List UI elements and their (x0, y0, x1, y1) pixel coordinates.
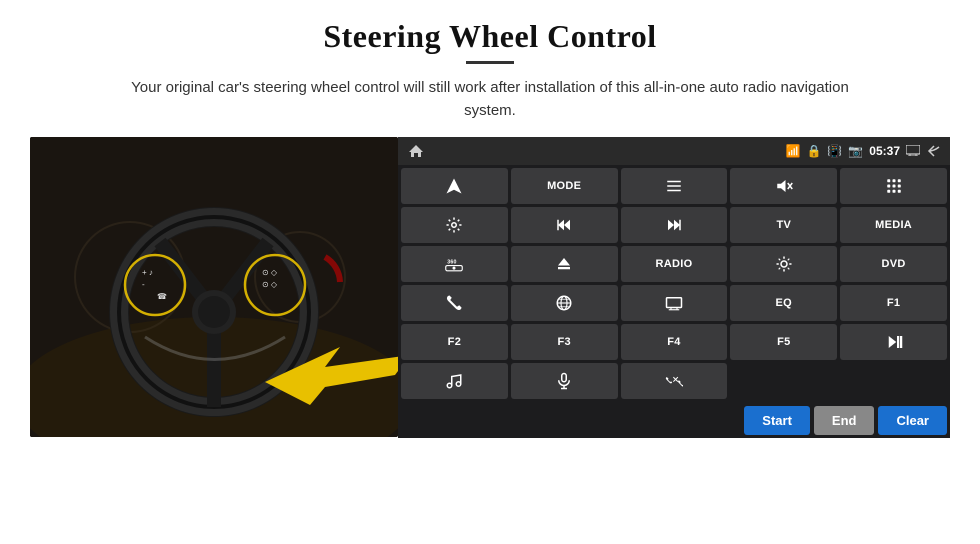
btn-mic[interactable] (511, 363, 618, 399)
btn-prev[interactable] (511, 207, 618, 243)
sim-icon: 📳 (827, 144, 842, 158)
btn-empty1 (730, 363, 837, 399)
clear-button[interactable]: Clear (878, 406, 947, 435)
status-bar-right: 📶 🔒 📳 📷 05:37 (785, 144, 940, 158)
btn-phone[interactable] (401, 285, 508, 321)
status-time: 05:37 (869, 144, 900, 158)
car-image: + ♪ - ☎ ⊙ ◇ ⊙ ◇ (30, 137, 398, 437)
btn-playpause[interactable] (840, 324, 947, 360)
btn-tv[interactable]: TV (730, 207, 837, 243)
btn-radio[interactable]: RADIO (621, 246, 728, 282)
btn-navigate[interactable] (401, 168, 508, 204)
status-bar: 📶 🔒 📳 📷 05:37 (398, 137, 950, 165)
lock-icon: 🔒 (806, 144, 821, 158)
btn-360cam[interactable]: 360 (401, 246, 508, 282)
wifi-icon: 📶 (785, 144, 800, 158)
page-subtitle: Your original car's steering wheel contr… (130, 76, 850, 123)
bluetooth-icon: 📷 (848, 144, 863, 158)
control-panel: 📶 🔒 📳 📷 05:37 (398, 137, 950, 438)
page-title: Steering Wheel Control (323, 18, 656, 55)
svg-text:-: - (142, 280, 145, 289)
btn-f4[interactable]: F4 (621, 324, 728, 360)
start-button[interactable]: Start (744, 406, 810, 435)
page-container: Steering Wheel Control Your original car… (0, 0, 980, 544)
btn-mute[interactable] (730, 168, 837, 204)
end-button[interactable]: End (814, 406, 875, 435)
btn-phonecall[interactable] (621, 363, 728, 399)
bottom-buttons: Start End Clear (398, 402, 950, 438)
btn-brightness[interactable] (730, 246, 837, 282)
btn-empty2 (840, 363, 947, 399)
btn-f5[interactable]: F5 (730, 324, 837, 360)
svg-text:⊙ ◇: ⊙ ◇ (262, 280, 278, 289)
svg-text:⊙ ◇: ⊙ ◇ (262, 268, 278, 277)
btn-music[interactable] (401, 363, 508, 399)
svg-text:+ ♪: + ♪ (142, 268, 153, 277)
content-row: + ♪ - ☎ ⊙ ◇ ⊙ ◇ (30, 137, 950, 438)
svg-text:☎: ☎ (157, 292, 167, 301)
btn-dvd[interactable]: DVD (840, 246, 947, 282)
btn-media[interactable]: MEDIA (840, 207, 947, 243)
btn-eq[interactable]: EQ (730, 285, 837, 321)
status-bar-left (408, 144, 424, 158)
btn-mode[interactable]: MODE (511, 168, 618, 204)
btn-f1[interactable]: F1 (840, 285, 947, 321)
btn-screen[interactable] (621, 285, 728, 321)
title-divider (466, 61, 514, 64)
button-grid: MODE (398, 165, 950, 402)
btn-list[interactable] (621, 168, 728, 204)
btn-browser[interactable] (511, 285, 618, 321)
svg-text:360: 360 (448, 259, 457, 265)
btn-settings[interactable] (401, 207, 508, 243)
btn-eject[interactable] (511, 246, 618, 282)
btn-next[interactable] (621, 207, 728, 243)
btn-apps[interactable] (840, 168, 947, 204)
btn-f3[interactable]: F3 (511, 324, 618, 360)
btn-f2[interactable]: F2 (401, 324, 508, 360)
